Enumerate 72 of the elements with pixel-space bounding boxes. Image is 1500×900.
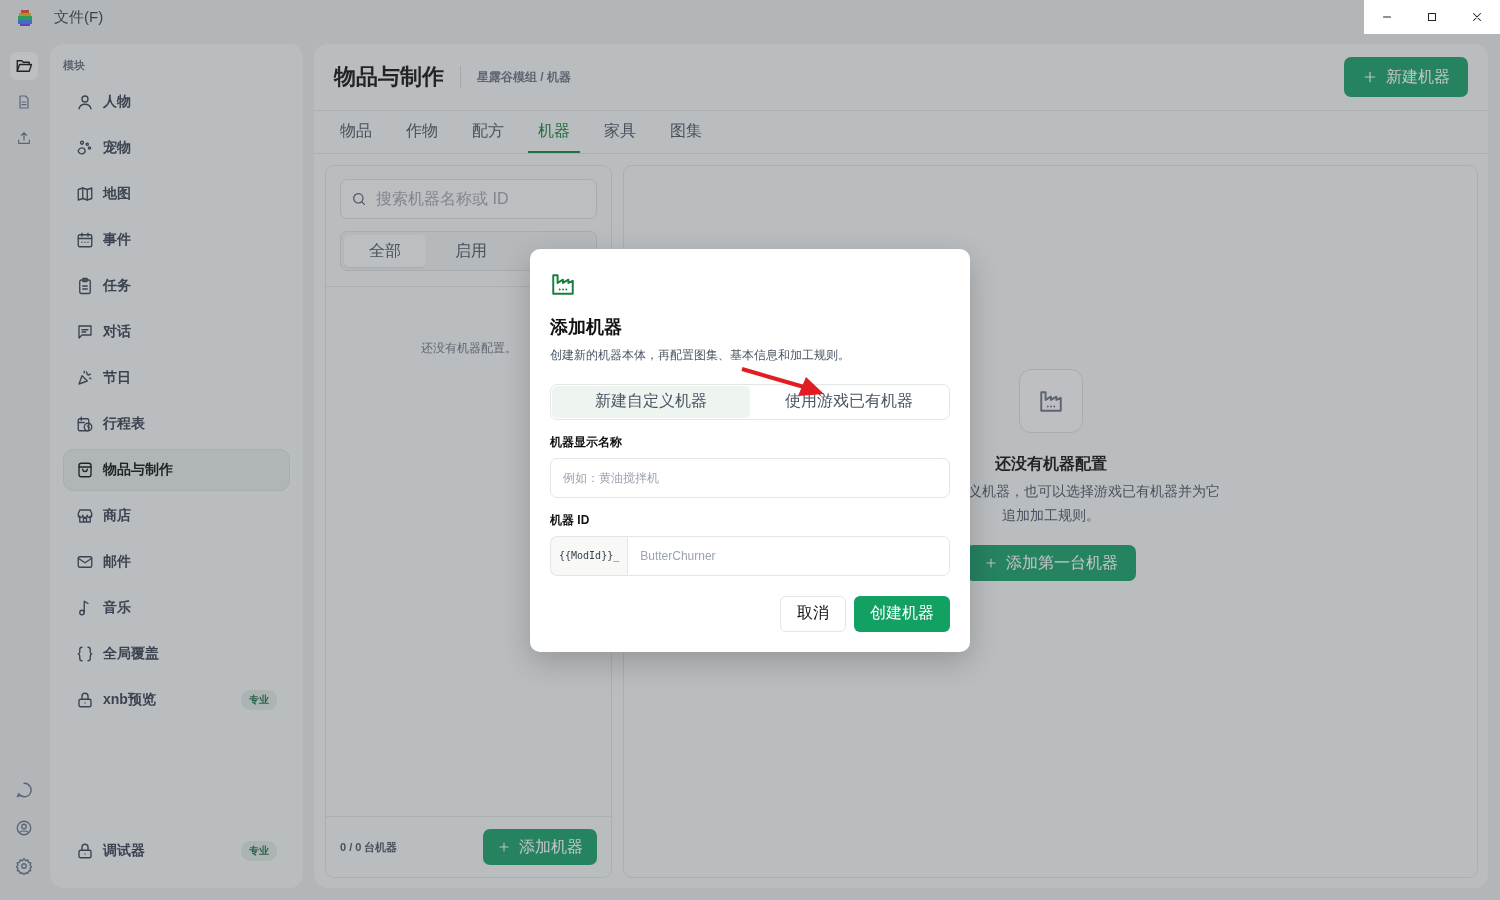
sidebar-item[interactable]: 节日 [63, 357, 290, 399]
machine-count: 0 / 0 台机器 [340, 839, 398, 855]
filter-tab[interactable]: 全部 [344, 235, 426, 267]
tab[interactable]: 图集 [660, 111, 712, 153]
tab[interactable]: 家具 [594, 111, 646, 153]
plus-icon [1362, 69, 1378, 85]
folder-button[interactable] [10, 52, 38, 80]
sidebar-item[interactable]: 事件 [63, 219, 290, 261]
breadcrumb: 星露谷模组 / 机器 [477, 68, 572, 86]
field-label: 机器 ID [550, 511, 591, 529]
pro-badge: 专业 [241, 690, 277, 710]
filter-tab[interactable]: 启用 [430, 235, 512, 267]
person-icon [76, 93, 94, 111]
sidebar-item[interactable]: 物品与制作 [63, 449, 290, 491]
pro-badge: 专业 [241, 841, 277, 861]
cancel-button[interactable]: 取消 [780, 595, 846, 632]
upload-icon [16, 130, 32, 146]
empty-list-text: 还没有机器配置。 [420, 341, 517, 355]
empty-state-description: 义机器，也可以选择游戏已有机器并为它 [967, 482, 1220, 501]
sidebar-item[interactable]: xnb预览 专业 [63, 679, 290, 721]
sidebar-item[interactable]: 任务 [63, 265, 290, 307]
tab[interactable]: 配方 [462, 111, 514, 153]
plus-icon [497, 840, 511, 854]
calendar-icon [76, 231, 94, 249]
machine-name-input[interactable]: 例如：黄油搅拌机 [550, 457, 950, 498]
document-icon [16, 94, 32, 110]
tab[interactable]: 物品 [330, 111, 382, 153]
plus-icon [983, 556, 998, 570]
sidebar-item[interactable]: 人物 [63, 81, 290, 123]
add-machine-button[interactable]: 添加机器 [483, 829, 597, 865]
empty-state-description: 追加加工规则。 [1001, 506, 1100, 525]
shopping-bag-icon [76, 461, 94, 479]
settings-icon [15, 857, 33, 875]
lock-icon [76, 842, 94, 860]
page-title: 物品与制作 [334, 63, 444, 91]
sidebar-item[interactable]: 邮件 [63, 541, 290, 583]
paw-icon [76, 139, 94, 157]
sidebar-item[interactable]: 地图 [63, 173, 290, 215]
sidebar-item[interactable]: 商店 [63, 495, 290, 537]
clipboard-icon [76, 277, 94, 295]
search-field[interactable]: 搜索机器名称或 ID [340, 179, 597, 219]
maximize-icon [1425, 10, 1439, 24]
folder-icon [15, 57, 33, 75]
sidebar-item[interactable]: 行程表 [63, 403, 290, 445]
sidebar-item[interactable]: 对话 [63, 311, 290, 353]
create-machine-button[interactable]: 创建机器 [854, 595, 950, 632]
mail-icon [76, 553, 94, 571]
machine-id-input[interactable]: ButterChurner [627, 535, 950, 576]
sidebar-item[interactable]: 宠物 [63, 127, 290, 169]
empty-state-title: 还没有机器配置 [994, 454, 1107, 474]
tab[interactable]: 机器 [528, 111, 580, 153]
party-popper-icon [76, 369, 94, 387]
tab[interactable]: 作物 [396, 111, 448, 153]
sidebar-item[interactable]: 调试器 专业 [63, 830, 290, 872]
map-icon [76, 185, 94, 203]
id-prefix: {{ModId}}_ [550, 535, 628, 576]
file-menu[interactable]: 文件(F) [54, 7, 104, 27]
sidebar-item[interactable]: 全局覆盖 [63, 633, 290, 675]
dialog-description: 创建新的机器本体，再配置图集、基本信息和加工规则。 [550, 346, 851, 364]
lock-icon [76, 691, 94, 709]
sidebar-heading: 模块 [63, 58, 86, 73]
new-machine-button[interactable]: 新建机器 [1344, 57, 1468, 97]
mode-tab[interactable]: 新建自定义机器 [552, 385, 750, 418]
calendar-clock-icon [76, 415, 94, 433]
message-icon [76, 323, 94, 341]
factory-icon [1037, 388, 1064, 414]
braces-icon [76, 645, 94, 663]
sidebar-item[interactable]: 音乐 [63, 587, 290, 629]
dialog-title: 添加机器 [550, 315, 623, 339]
store-icon [76, 507, 94, 525]
user-icon [15, 819, 33, 837]
field-label: 机器显示名称 [550, 433, 623, 451]
